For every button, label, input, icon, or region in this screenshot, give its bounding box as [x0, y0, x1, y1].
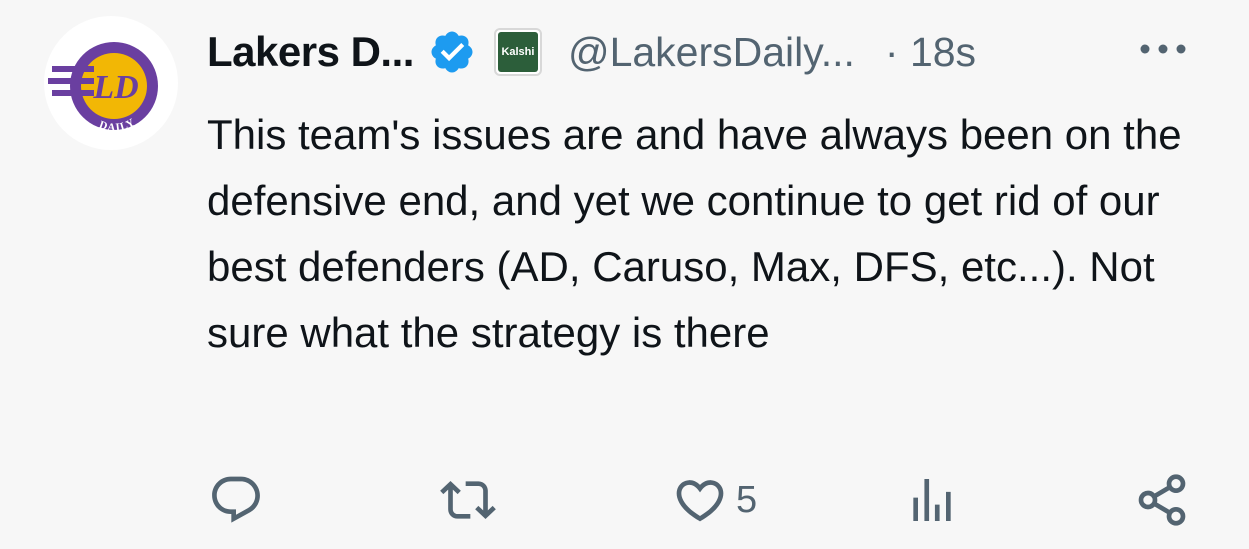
timestamp[interactable]: · 18s [885, 29, 976, 76]
tweet-header: Lakers D... Kalshi @LakersDaily... · 18s [207, 22, 976, 82]
reply-icon [212, 476, 260, 523]
more-dots-icon [1140, 44, 1186, 54]
more-options-button[interactable] [1138, 34, 1188, 64]
views-bar-chart-icon [913, 479, 951, 521]
retweet-icon [440, 481, 496, 519]
action-bar: 5 [0, 470, 1249, 530]
user-handle[interactable]: @LakersDaily... [568, 29, 855, 76]
tweet-card[interactable]: LAKERS DAILY LD Lakers D... Kalshi @Lake… [0, 0, 1249, 549]
affiliate-badge[interactable]: Kalshi [493, 28, 542, 76]
affiliate-badge-label: Kalshi [497, 32, 538, 72]
heart-icon [676, 480, 724, 522]
like-button[interactable]: 5 [672, 470, 757, 530]
reply-button[interactable] [208, 470, 272, 530]
avatar[interactable]: LAKERS DAILY LD [44, 16, 178, 150]
tweet-text: This team's issues are and have always b… [207, 111, 1182, 356]
views-button[interactable] [904, 470, 968, 530]
lakers-daily-logo-icon: LAKERS DAILY LD [48, 28, 158, 134]
share-icon [1138, 474, 1186, 526]
verified-badge-icon[interactable] [428, 28, 476, 76]
display-name[interactable]: Lakers D... [207, 28, 414, 76]
share-button[interactable] [1134, 470, 1190, 530]
avatar-monogram: LD [92, 69, 138, 106]
like-count: 5 [736, 478, 758, 521]
retweet-button[interactable] [440, 470, 504, 530]
